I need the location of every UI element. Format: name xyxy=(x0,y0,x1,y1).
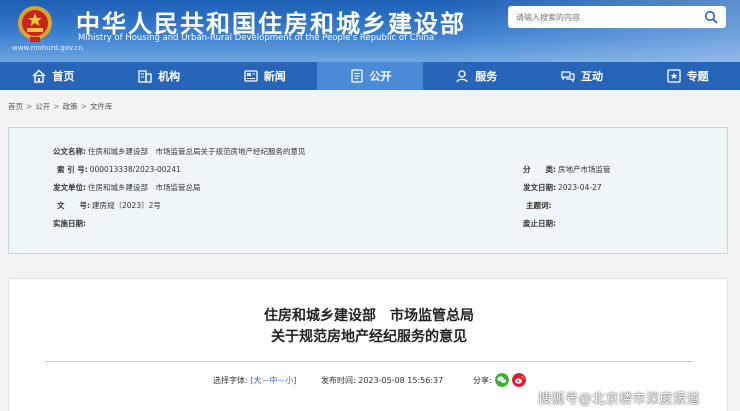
nav-label-news: 新闻 xyxy=(263,70,286,83)
info-row-doc-no: 文 号: 建房规〔2023〕2号 xyxy=(57,200,161,211)
issue-date-label: 发文日期: xyxy=(523,183,556,192)
doc-name-label: 公文名称: xyxy=(53,147,86,156)
weibo-share-icon[interactable] xyxy=(512,373,526,387)
breadcrumb-item-open[interactable]: 公开 xyxy=(35,101,50,112)
site-url[interactable]: www.mohurd.gov.cn xyxy=(12,44,83,52)
document-info-panel: 公文名称: 住房和城乡建设部 市场监管总局关于规范房地产经纪服务的意见 索 引 号… xyxy=(8,127,728,254)
nav-item-institutions[interactable]: 机构 xyxy=(106,62,212,90)
breadcrumb-separator: > xyxy=(53,102,60,111)
publish-time: 发布时间: 2023-05-08 15:56:37 xyxy=(321,375,443,386)
nav-item-open[interactable]: 公开 xyxy=(317,62,423,90)
breadcrumb-separator: > xyxy=(80,102,87,111)
topic-icon xyxy=(667,69,681,83)
national-emblem-icon[interactable] xyxy=(14,4,56,44)
nav-item-home[interactable]: 首页 xyxy=(0,62,106,90)
news-icon xyxy=(244,70,258,82)
issuer-label: 发文单位: xyxy=(53,183,86,192)
nav-label-interaction: 互动 xyxy=(580,70,603,83)
info-row-issue-date: 发文日期: 2023-04-27 xyxy=(523,182,602,193)
info-row-issuer: 发文单位: 住房和城乡建设部 市场监管总局 xyxy=(53,182,201,193)
share-label: 分享: xyxy=(473,376,492,385)
nav-item-news[interactable]: 新闻 xyxy=(211,62,317,90)
breadcrumb-separator: > xyxy=(26,102,33,111)
nav-item-service[interactable]: 服务 xyxy=(423,62,529,90)
doc-no-value: 建房规〔2023〕2号 xyxy=(92,201,161,210)
nav-label-home: 首页 xyxy=(52,70,75,83)
info-row-category: 分 类: 房地产市场监管 xyxy=(523,164,611,175)
breadcrumb: 首页 > 公开 > 政策 > 文件库 xyxy=(8,101,112,112)
category-label: 分 类: xyxy=(523,165,556,174)
index-value: 000013338/2023-00241 xyxy=(89,165,181,174)
breadcrumb-item-home[interactable]: 首页 xyxy=(8,101,23,112)
font-size-label: 选择字体: xyxy=(213,376,248,385)
site-subtitle: Ministry of Housing and Urban-Rural Deve… xyxy=(78,33,435,43)
info-row-doc-name: 公文名称: 住房和城乡建设部 市场监管总局关于规范房地产经纪服务的意见 xyxy=(53,146,306,157)
nav-label-open: 公开 xyxy=(369,70,392,83)
nav-item-interaction[interactable]: 互动 xyxy=(529,62,635,90)
publish-time-value: 2023-05-08 15:56:37 xyxy=(358,376,444,385)
effective-date-label: 实施日期: xyxy=(53,219,86,228)
title-divider xyxy=(45,361,693,362)
main-nav: 首页 机构 新闻 公开 服务 互动 专题 xyxy=(0,62,740,90)
doc-no-label: 文 号: xyxy=(57,201,90,210)
building-icon xyxy=(138,70,152,83)
site-header: www.mohurd.gov.cn 中华人民共和国住房和城乡建设部 Minist… xyxy=(0,0,740,62)
article-title-line1: 住房和城乡建设部 市场监管总局 xyxy=(264,308,474,324)
info-row-subject: 主题词: xyxy=(526,200,554,211)
publish-time-label: 发布时间: xyxy=(321,376,356,385)
nav-label-topics: 专题 xyxy=(686,70,709,83)
info-row-index: 索 引 号: 000013338/2023-00241 xyxy=(57,164,181,175)
search-box xyxy=(508,6,726,28)
search-icon[interactable] xyxy=(704,10,718,24)
interaction-icon xyxy=(561,71,575,83)
issuer-value: 住房和城乡建设部 市场监管总局 xyxy=(88,183,201,192)
info-row-effective: 实施日期: xyxy=(53,218,88,229)
index-label: 索 引 号: xyxy=(57,165,88,174)
wechat-share-icon[interactable] xyxy=(495,373,509,387)
search-input[interactable] xyxy=(516,9,696,25)
subject-label: 主题词: xyxy=(526,201,552,210)
info-row-repeal: 废止日期: xyxy=(523,218,558,229)
nav-item-topics[interactable]: 专题 xyxy=(634,62,740,90)
home-icon xyxy=(32,69,46,83)
nav-label-service: 服务 xyxy=(475,70,498,83)
issue-date-value: 2023-04-27 xyxy=(558,183,602,192)
nav-label-institutions: 机构 xyxy=(158,70,181,83)
service-icon xyxy=(456,70,468,83)
breadcrumb-item-library[interactable]: 文件库 xyxy=(90,101,113,112)
article-title-line2: 关于规范房地产经纪服务的意见 xyxy=(271,329,467,345)
doc-name-value: 住房和城乡建设部 市场监管总局关于规范房地产经纪服务的意见 xyxy=(88,147,306,156)
repeal-date-label: 废止日期: xyxy=(523,219,556,228)
open-icon xyxy=(350,69,363,83)
category-value: 房地产市场监管 xyxy=(558,165,611,174)
font-size-selector: 选择字体: [大－中－小] xyxy=(213,375,297,386)
font-bracket-close: ] xyxy=(293,376,297,385)
breadcrumb-item-policy[interactable]: 政策 xyxy=(63,101,78,112)
watermark: 搜狐号@北京楼市深度报道 xyxy=(538,392,701,407)
